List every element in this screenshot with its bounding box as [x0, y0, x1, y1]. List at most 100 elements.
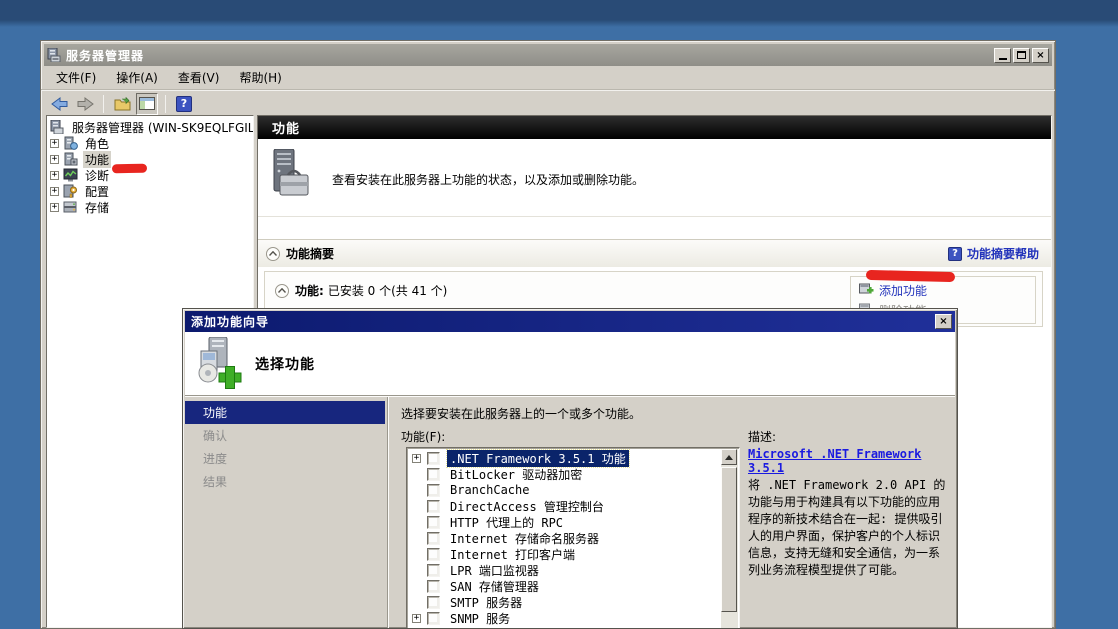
- add-features-wizard-icon: [195, 337, 243, 389]
- feature-row[interactable]: SAN 存储管理器: [412, 578, 739, 594]
- scroll-up-icon: [725, 455, 733, 460]
- forward-button[interactable]: [74, 93, 96, 115]
- feature-label[interactable]: Internet 打印客户端: [447, 546, 578, 563]
- tree-item-configuration[interactable]: + 配置: [47, 183, 253, 199]
- feature-row[interactable]: LPR 端口监视器: [412, 562, 739, 578]
- help-button[interactable]: ?: [173, 93, 195, 115]
- feature-checkbox[interactable]: [427, 564, 440, 577]
- listbox-scrollbar[interactable]: [721, 449, 738, 628]
- tree-item-storage[interactable]: + 存储: [47, 199, 253, 215]
- help-icon: ?: [176, 96, 192, 112]
- dialog-close-button[interactable]: ×: [935, 314, 952, 329]
- feature-row[interactable]: Internet 打印客户端: [412, 546, 739, 562]
- desktop: { "glyphs": { "plus": "+", "close_x": "×…: [0, 0, 1118, 629]
- features-icon: [63, 152, 79, 166]
- toolbar: ?: [41, 90, 1055, 116]
- close-button[interactable]: ×: [1032, 48, 1049, 63]
- wizard-step-results[interactable]: 结果: [185, 470, 385, 493]
- wizard-step-features[interactable]: 功能: [185, 401, 385, 424]
- toolbar-separator: [103, 95, 104, 113]
- dialog-page-title: 选择功能: [255, 354, 315, 374]
- collapse-chevron-icon[interactable]: [266, 247, 280, 261]
- tree-item-roles[interactable]: + 角色: [47, 135, 253, 151]
- tree-root-server-manager[interactable]: 服务器管理器 (WIN-SK9EQLFGIL: [47, 119, 253, 135]
- console-window-icon: [139, 97, 155, 110]
- feature-label[interactable]: Internet 存储命名服务器: [447, 530, 602, 547]
- feature-label[interactable]: BitLocker 驱动器加密: [447, 466, 585, 483]
- feature-checkbox[interactable]: [427, 516, 440, 529]
- window-title: 服务器管理器: [66, 47, 990, 64]
- feature-row[interactable]: BranchCache: [412, 482, 739, 498]
- maximize-button[interactable]: [1013, 48, 1030, 63]
- expand-icon[interactable]: +: [412, 614, 421, 623]
- features-listbox[interactable]: + .NET Framework 3.5.1 功能 BitLocker 驱动器加…: [406, 447, 740, 629]
- scroll-up-button[interactable]: [721, 449, 737, 465]
- back-button[interactable]: [49, 93, 71, 115]
- feature-checkbox[interactable]: [427, 548, 440, 561]
- maximize-icon: [1017, 51, 1026, 59]
- minimize-button[interactable]: [994, 48, 1011, 63]
- collapse-chevron-icon[interactable]: [275, 284, 289, 298]
- expand-icon[interactable]: +: [50, 139, 59, 148]
- feature-checkbox[interactable]: [427, 452, 440, 465]
- window-titlebar[interactable]: 服务器管理器 ×: [44, 44, 1052, 66]
- feature-checkbox[interactable]: [427, 532, 440, 545]
- scrollbar-thumb[interactable]: [721, 467, 737, 612]
- menu-help[interactable]: 帮助(H): [230, 67, 290, 88]
- feature-checkbox[interactable]: [427, 468, 440, 481]
- feature-checkbox[interactable]: [427, 484, 440, 497]
- menu-view[interactable]: 查看(V): [169, 67, 229, 88]
- feature-label-selected[interactable]: .NET Framework 3.5.1 功能: [447, 450, 629, 467]
- forward-arrow-icon: [76, 97, 94, 111]
- feature-checkbox[interactable]: [427, 580, 440, 593]
- expand-icon[interactable]: +: [50, 171, 59, 180]
- expand-icon[interactable]: +: [412, 454, 421, 463]
- features-count-value: 已安装 0 个(共 41 个): [328, 282, 448, 299]
- feature-row[interactable]: Internet 存储命名服务器: [412, 530, 739, 546]
- summary-help-link[interactable]: 功能摘要帮助: [967, 245, 1039, 262]
- feature-label[interactable]: DirectAccess 管理控制台: [447, 498, 607, 515]
- wizard-step-progress[interactable]: 进度: [185, 447, 385, 470]
- feature-row[interactable]: SMTP 服务器: [412, 594, 739, 610]
- feature-row[interactable]: DirectAccess 管理控制台: [412, 498, 739, 514]
- tree-item-label: 角色: [83, 135, 111, 152]
- description-panel: Microsoft .NET Framework 3.5.1 将 .NET Fr…: [748, 447, 948, 628]
- feature-row[interactable]: HTTP 代理上的 RPC: [412, 514, 739, 530]
- folder-button[interactable]: [111, 93, 133, 115]
- console-tree-button[interactable]: [136, 93, 158, 115]
- description-link[interactable]: Microsoft .NET Framework 3.5.1: [748, 447, 948, 475]
- server-manager-icon: [47, 48, 62, 62]
- page-title: 功能: [258, 116, 1051, 139]
- feature-label[interactable]: LPR 端口监视器: [447, 562, 542, 579]
- description-text: 将 .NET Framework 2.0 API 的功能与用于构建具有以下功能的…: [748, 477, 948, 579]
- expand-icon[interactable]: +: [50, 187, 59, 196]
- feature-row[interactable]: + .NET Framework 3.5.1 功能: [412, 450, 739, 466]
- features-intro: 查看安装在此服务器上功能的状态，以及添加或删除功能。: [258, 139, 1051, 217]
- feature-row[interactable]: + SNMP 服务: [412, 610, 739, 626]
- wizard-step-confirmation[interactable]: 确认: [185, 424, 385, 447]
- dialog-titlebar[interactable]: 添加功能向导 ×: [185, 311, 955, 332]
- add-features-action[interactable]: 添加功能: [859, 280, 1035, 300]
- menu-action[interactable]: 操作(A): [107, 67, 167, 88]
- feature-label[interactable]: SAN 存储管理器: [447, 578, 542, 595]
- feature-label[interactable]: BranchCache: [447, 483, 532, 497]
- feature-checkbox[interactable]: [427, 612, 440, 625]
- feature-label[interactable]: SMTP 服务器: [447, 594, 525, 611]
- features-list-label: 功能(F):: [401, 428, 445, 445]
- feature-checkbox[interactable]: [427, 596, 440, 609]
- add-features-link[interactable]: 添加功能: [879, 282, 927, 299]
- feature-label[interactable]: SNMP 服务: [447, 610, 513, 627]
- expand-icon[interactable]: +: [50, 203, 59, 212]
- feature-row[interactable]: BitLocker 驱动器加密: [412, 466, 739, 482]
- features-intro-text: 查看安装在此服务器上功能的状态，以及添加或删除功能。: [332, 171, 644, 188]
- menu-file[interactable]: 文件(F): [47, 67, 105, 88]
- wizard-intro-text: 选择要安装在此服务器上的一个或多个功能。: [401, 405, 641, 422]
- tree-item-diagnostics[interactable]: + 诊断: [47, 167, 253, 183]
- storage-icon: [63, 200, 79, 214]
- feature-checkbox[interactable]: [427, 500, 440, 513]
- features-toolbox-icon: [270, 149, 310, 205]
- feature-label[interactable]: HTTP 代理上的 RPC: [447, 514, 566, 531]
- expand-icon[interactable]: +: [50, 155, 59, 164]
- tree-item-features[interactable]: + 功能: [47, 151, 253, 167]
- features-count-label: 功能:: [295, 282, 324, 299]
